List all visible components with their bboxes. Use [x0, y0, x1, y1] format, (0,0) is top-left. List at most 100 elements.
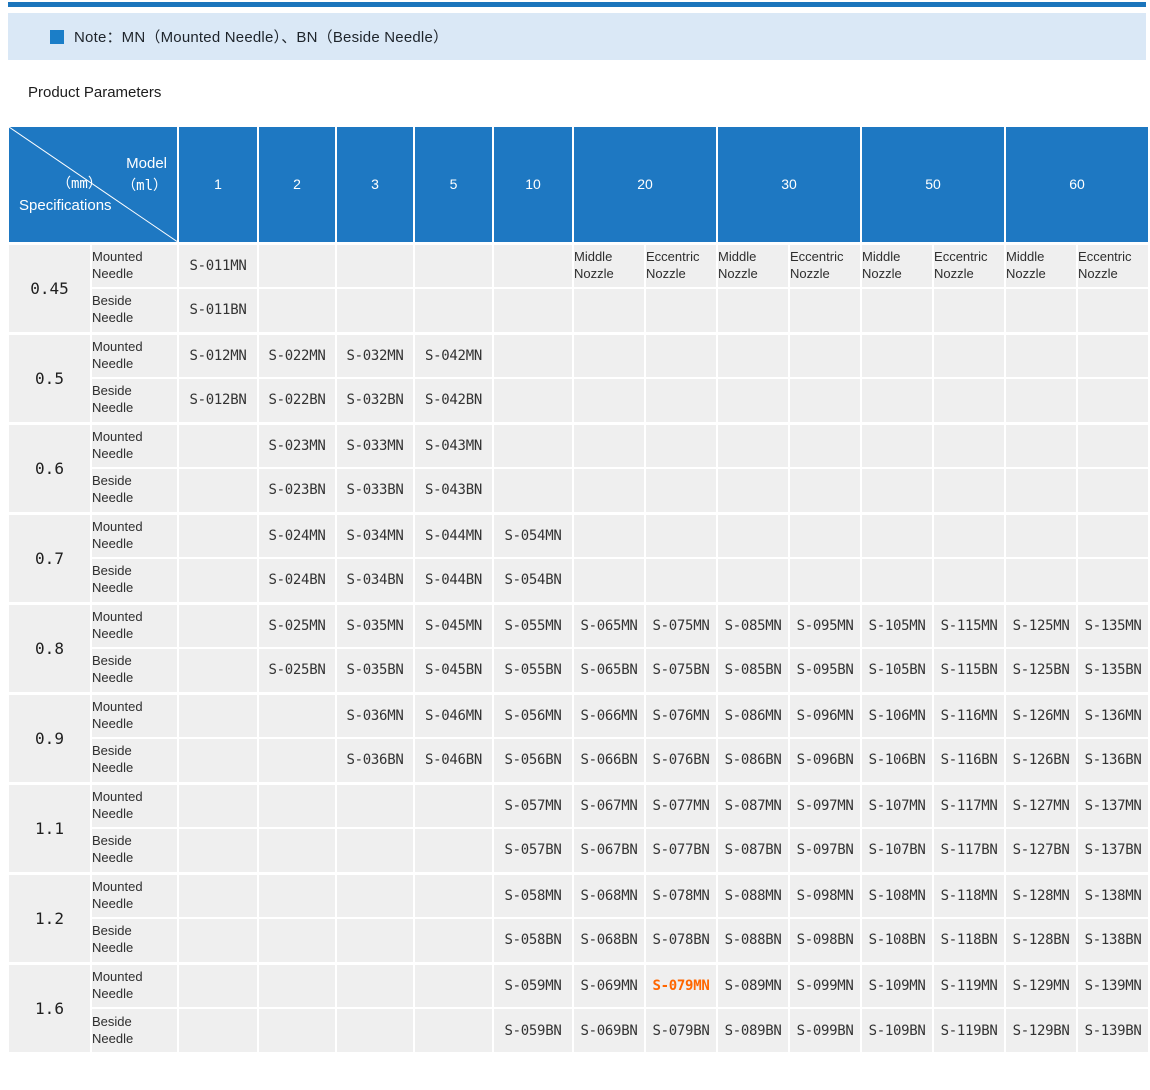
- empty-cell: [493, 378, 573, 423]
- empty-cell: [1005, 468, 1077, 513]
- mounted-needle-label: Mounted Needle: [91, 603, 178, 648]
- model-code-cell: S-056BN: [493, 738, 573, 783]
- model-code-cell: S-126BN: [1005, 738, 1077, 783]
- empty-cell: [861, 558, 933, 603]
- model-code-cell: S-139MN: [1077, 963, 1149, 1008]
- empty-cell: [789, 423, 861, 468]
- model-code-cell: S-119MN: [933, 963, 1005, 1008]
- model-code-cell: S-076MN: [645, 693, 717, 738]
- empty-cell: [1005, 288, 1077, 333]
- empty-cell: [789, 288, 861, 333]
- empty-cell: [789, 378, 861, 423]
- table-row: Beside NeedleS-012BNS-022BNS-032BNS-042B…: [8, 378, 1149, 423]
- empty-cell: [178, 1008, 258, 1053]
- empty-cell: [1077, 333, 1149, 378]
- model-code-cell: S-032BN: [336, 378, 414, 423]
- table-row: 0.45Mounted NeedleS-011MNMiddle NozzleEc…: [8, 243, 1149, 288]
- model-code-cell: S-139BN: [1077, 1008, 1149, 1053]
- empty-cell: [178, 828, 258, 873]
- model-code-cell: S-012MN: [178, 333, 258, 378]
- empty-cell: [1005, 333, 1077, 378]
- empty-cell: [493, 333, 573, 378]
- empty-cell: [717, 558, 789, 603]
- model-code-cell: S-115BN: [933, 648, 1005, 693]
- model-code-cell: S-097BN: [789, 828, 861, 873]
- model-code-cell: S-025BN: [258, 648, 336, 693]
- empty-cell: [933, 288, 1005, 333]
- model-code-cell: S-117BN: [933, 828, 1005, 873]
- model-code-cell: S-067MN: [573, 783, 645, 828]
- empty-cell: [933, 333, 1005, 378]
- empty-cell: [178, 558, 258, 603]
- table-row: 1.1Mounted NeedleS-057MNS-067MNS-077MNS-…: [8, 783, 1149, 828]
- column-header-50: 50: [861, 126, 1005, 243]
- mounted-needle-label: Mounted Needle: [91, 513, 178, 558]
- empty-cell: [178, 513, 258, 558]
- empty-cell: [178, 423, 258, 468]
- table-row: 1.6Mounted NeedleS-059MNS-069MNS-079MNS-…: [8, 963, 1149, 1008]
- model-code-cell: S-116MN: [933, 693, 1005, 738]
- product-parameters-table: Model （ml） （mm） Specifications 1 2 3 5 1…: [7, 125, 1150, 1054]
- model-code-cell: S-033BN: [336, 468, 414, 513]
- model-code-cell: S-098BN: [789, 918, 861, 963]
- empty-cell: [717, 333, 789, 378]
- empty-cell: [861, 333, 933, 378]
- note-bar: Note：MN（Mounted Needle）、BN（Beside Needle…: [8, 13, 1146, 60]
- empty-cell: [1005, 378, 1077, 423]
- empty-cell: [1005, 558, 1077, 603]
- empty-cell: [789, 513, 861, 558]
- table-row: Beside NeedleS-036BNS-046BNS-056BNS-066B…: [8, 738, 1149, 783]
- beside-needle-label: Beside Needle: [91, 828, 178, 873]
- model-code-cell: S-036BN: [336, 738, 414, 783]
- empty-cell: [258, 918, 336, 963]
- model-code-cell: S-087MN: [717, 783, 789, 828]
- model-code-cell: S-106MN: [861, 693, 933, 738]
- model-code-cell: S-108MN: [861, 873, 933, 918]
- model-code-cell: S-077MN: [645, 783, 717, 828]
- model-code-cell: S-058BN: [493, 918, 573, 963]
- empty-cell: [336, 963, 414, 1008]
- model-code-cell: S-085MN: [717, 603, 789, 648]
- empty-cell: [933, 558, 1005, 603]
- beside-needle-label: Beside Needle: [91, 558, 178, 603]
- model-code-cell: S-065MN: [573, 603, 645, 648]
- middle-nozzle-header: Middle Nozzle: [717, 243, 789, 288]
- table-row: Beside NeedleS-058BNS-068BNS-078BNS-088B…: [8, 918, 1149, 963]
- model-code-cell: S-087BN: [717, 828, 789, 873]
- model-code-cell: S-055MN: [493, 603, 573, 648]
- model-code-cell: S-095BN: [789, 648, 861, 693]
- model-code-cell: S-108BN: [861, 918, 933, 963]
- empty-cell: [178, 873, 258, 918]
- spec-value: 1.1: [8, 783, 91, 873]
- model-code-cell: S-025MN: [258, 603, 336, 648]
- model-code-cell: S-137BN: [1077, 828, 1149, 873]
- model-code-cell: S-011MN: [178, 243, 258, 288]
- model-code-cell: S-046BN: [414, 738, 493, 783]
- empty-cell: [645, 558, 717, 603]
- spec-value: 0.9: [8, 693, 91, 783]
- column-header-30: 30: [717, 126, 861, 243]
- highlighted-model-code[interactable]: S-079MN: [645, 963, 717, 1008]
- empty-cell: [178, 738, 258, 783]
- table-row: 0.5Mounted NeedleS-012MNS-022MNS-032MNS-…: [8, 333, 1149, 378]
- model-code-cell: S-054MN: [493, 513, 573, 558]
- model-code-cell: S-059MN: [493, 963, 573, 1008]
- model-code-cell: S-135MN: [1077, 603, 1149, 648]
- model-code-cell: S-046MN: [414, 693, 493, 738]
- model-code-cell: S-067BN: [573, 828, 645, 873]
- model-code-cell: S-107BN: [861, 828, 933, 873]
- empty-cell: [258, 873, 336, 918]
- eccentric-nozzle-header: Eccentric Nozzle: [789, 243, 861, 288]
- model-code-cell: S-096BN: [789, 738, 861, 783]
- empty-cell: [789, 558, 861, 603]
- mounted-needle-label: Mounted Needle: [91, 333, 178, 378]
- empty-cell: [336, 918, 414, 963]
- model-code-cell: S-138BN: [1077, 918, 1149, 963]
- model-code-cell: S-044MN: [414, 513, 493, 558]
- model-code-cell: S-105MN: [861, 603, 933, 648]
- model-code-cell: S-011BN: [178, 288, 258, 333]
- middle-nozzle-header: Middle Nozzle: [1005, 243, 1077, 288]
- model-code-cell: S-095MN: [789, 603, 861, 648]
- model-code-cell: S-079BN: [645, 1008, 717, 1053]
- empty-cell: [1005, 513, 1077, 558]
